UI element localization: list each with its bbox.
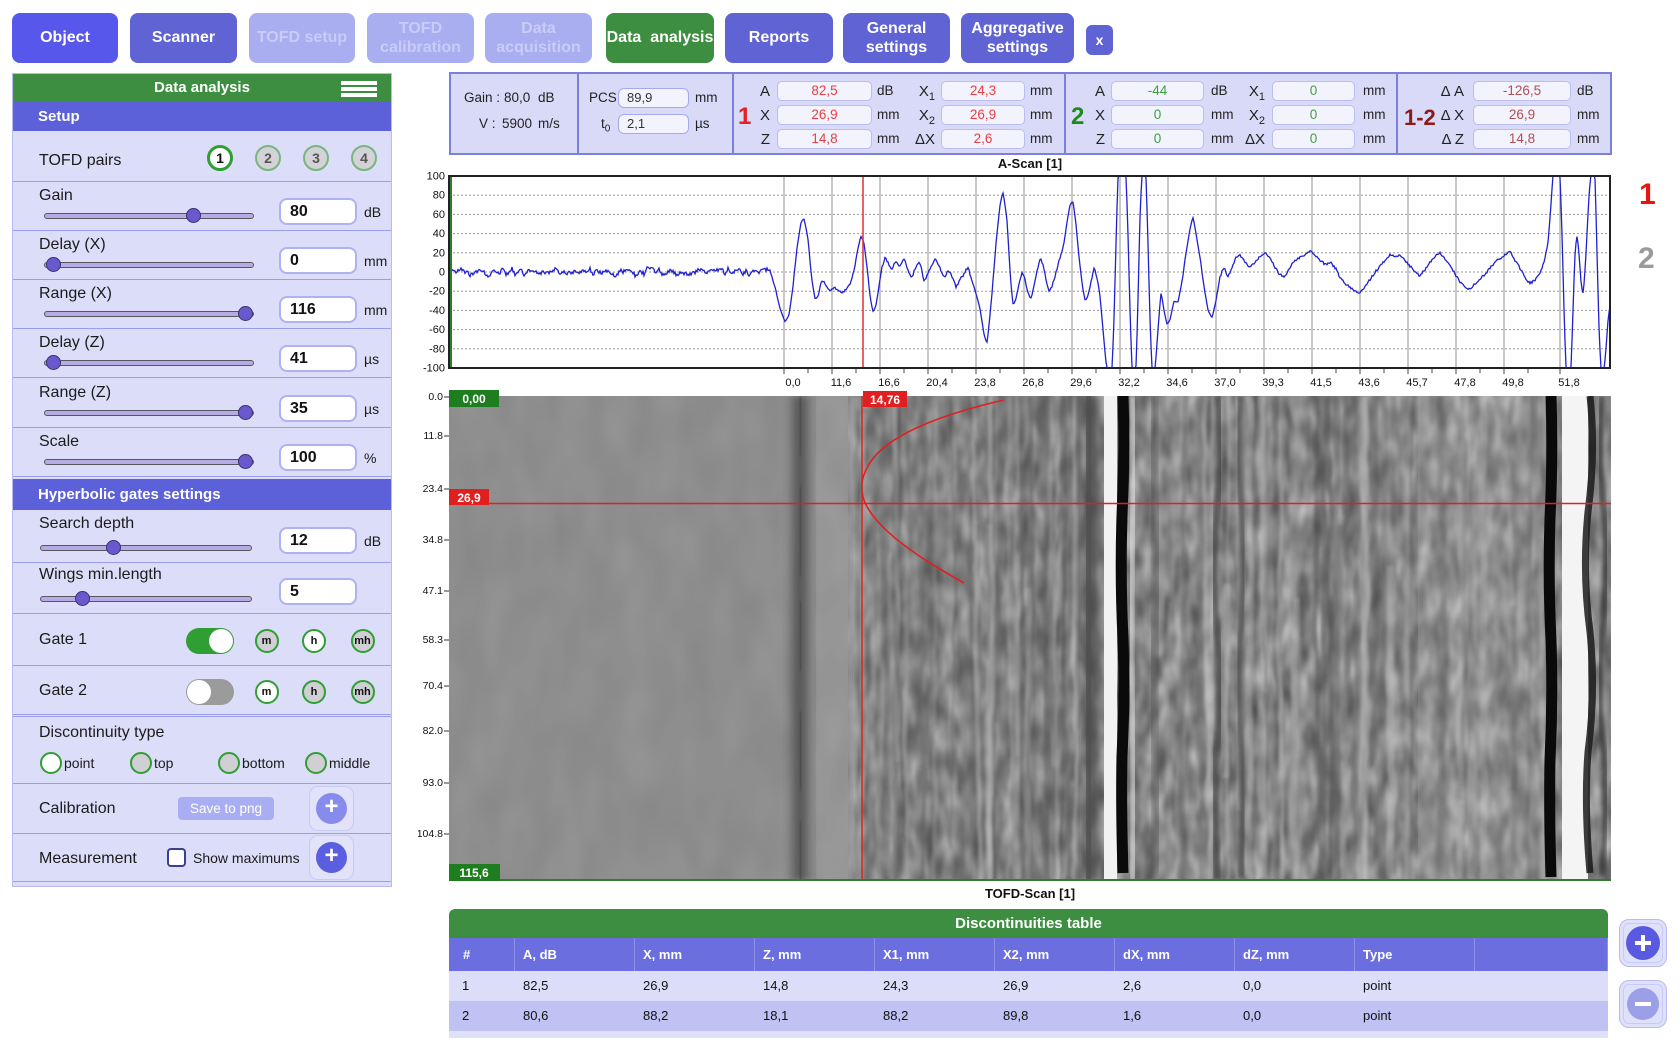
svg-text:0,00: 0,00 <box>462 392 486 406</box>
svg-text:40: 40 <box>433 228 445 240</box>
svg-text:115,6: 115,6 <box>459 866 489 880</box>
svg-text:70.4: 70.4 <box>423 680 444 692</box>
svg-text:47.1: 47.1 <box>423 585 444 597</box>
svg-text:-60: -60 <box>429 324 445 336</box>
svg-text:-80: -80 <box>429 343 445 355</box>
svg-text:0.0: 0.0 <box>428 391 443 403</box>
svg-text:104.8: 104.8 <box>418 828 443 840</box>
svg-text:58.3: 58.3 <box>423 634 444 646</box>
svg-text:23.4: 23.4 <box>423 483 444 495</box>
svg-text:60: 60 <box>433 209 445 221</box>
svg-text:0: 0 <box>439 267 445 279</box>
svg-text:100: 100 <box>427 172 445 183</box>
svg-text:-20: -20 <box>429 286 445 298</box>
svg-text:14,76: 14,76 <box>870 393 900 407</box>
svg-text:26,9: 26,9 <box>457 491 481 505</box>
svg-text:20: 20 <box>433 247 445 259</box>
svg-text:82.0: 82.0 <box>423 725 444 737</box>
svg-text:80: 80 <box>433 190 445 202</box>
svg-text:93.0: 93.0 <box>423 777 444 789</box>
svg-text:34.8: 34.8 <box>423 534 444 546</box>
svg-text:-100: -100 <box>423 363 445 375</box>
svg-text:11.8: 11.8 <box>423 430 443 442</box>
svg-text:-40: -40 <box>429 305 445 317</box>
